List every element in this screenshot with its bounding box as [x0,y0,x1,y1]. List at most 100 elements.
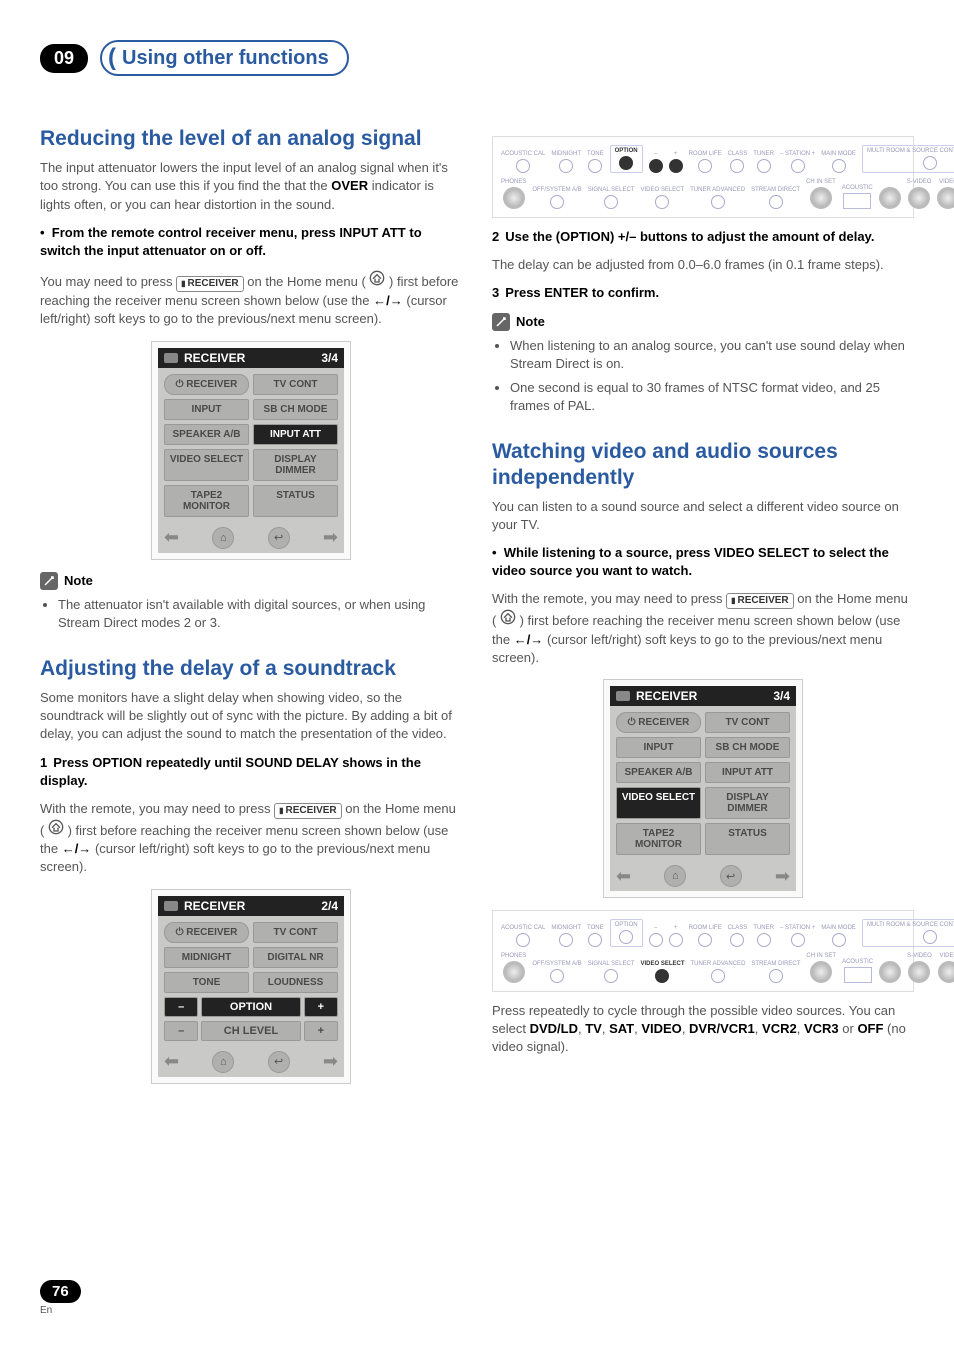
para-delay-range: The delay can be adjusted from 0.0–6.0 f… [492,256,914,274]
chapter-number: 09 [40,44,88,73]
footer: 76 En [40,1280,81,1316]
mc-jack-icon [879,187,901,209]
note-item: One second is equal to 30 frames of NTSC… [510,379,914,415]
note-heading: Note [40,572,462,590]
note-heading: Note [492,313,914,331]
receiver-button-icon: ▮RECEIVER [176,276,244,292]
lcd-btn: TAPE2 MONITOR [164,485,249,517]
note-list: The attenuator isn't available with digi… [58,596,462,632]
front-panel-diagram-video-select: ACOUSTIC CAL MIDNIGHT TONE OPTION – + RO… [492,910,914,992]
step-1: 1Press OPTION repeatedly until SOUND DEL… [40,754,462,790]
para-watch-intro: You can listen to a sound source and sel… [492,498,914,534]
home-icon [48,819,64,835]
home-round-icon: ⌂ [212,527,234,549]
home-round-icon: ⌂ [664,865,686,887]
note-icon [492,313,510,331]
heading-watch-independent: Watching video and audio sources indepen… [492,439,914,489]
lcd-btn: DIGITAL NR [253,947,338,968]
step-video-select: • While listening to a source, press VID… [492,544,914,580]
cursor-arrows-icon: ←/→ [62,841,92,856]
para-receiver-nav-1: You may need to press ▮RECEIVER on the H… [40,270,462,328]
chapter-title-wrap: ( Using other functions [100,40,349,76]
chapter-title: Using other functions [122,47,329,70]
lcd-page: 2/4 [321,899,338,913]
lcd-btn: SPEAKER A/B [164,424,249,445]
lcd-btn: INPUT [164,399,249,420]
lcd-btn: INPUT [616,737,701,758]
note-icon [40,572,58,590]
cursor-arrows-icon: ←/→ [373,293,403,308]
lcd-btn: VIDEO SELECT [164,449,249,481]
lcd-btn-input-att: INPUT ATT [253,424,338,445]
heading-reduce-analog: Reducing the level of an analog signal [40,126,462,151]
lcd-option-plus: + [304,997,338,1017]
note-label: Note [516,314,545,329]
lcd-btn: INPUT ATT [705,762,790,783]
lcd-btn: SB CH MODE [253,399,338,420]
lcd-btn: DISPLAY DIMMER [705,787,790,819]
para-receiver-nav-2: With the remote, you may need to press ▮… [40,800,462,877]
chapter-paren-icon: ( [108,44,116,72]
note-label: Note [64,573,93,588]
lcd-btn: TAPE2 MONITOR [616,823,701,855]
lcd-btn: DISPLAY DIMMER [253,449,338,481]
lcd-btn: TV CONT [705,712,790,733]
para-receiver-nav-3: With the remote, you may need to press ▮… [492,590,914,667]
page-number: 76 [40,1280,81,1303]
receiver-button-icon: ▮RECEIVER [726,593,794,609]
para-intro-analog: The input attenuator lowers the input le… [40,159,462,214]
signal-icon [164,901,178,911]
cursor-arrows-icon: ←/→ [514,632,544,647]
minus-knob-icon [649,159,663,173]
signal-icon [164,353,178,363]
lcd-screen-receiver-2-4: RECEIVER 2/4 ⏻ RECEIVER TV CONT MIDNIGHT… [151,889,351,1084]
lcd-ch-plus: + [304,1021,338,1041]
video-select-knob-icon [655,969,669,983]
lcd-title: RECEIVER [636,689,697,703]
note-item: The attenuator isn't available with digi… [58,596,462,632]
lcd-btn: TONE [164,972,249,993]
lcd-btn: ⏻ RECEIVER [164,374,249,395]
right-arrow-icon: ➡ [323,1051,338,1072]
lcd-page: 3/4 [321,351,338,365]
left-arrow-icon: ⬅ [164,527,179,548]
lcd-btn-video-select: VIDEO SELECT [616,787,701,819]
lcd-btn: TV CONT [253,922,338,943]
page-lang: En [40,1305,81,1316]
option-knob-icon [619,156,633,170]
right-arrow-icon: ➡ [323,527,338,548]
lcd-btn: ⏻ RECEIVER [616,712,701,733]
lcd-btn: TV CONT [253,374,338,395]
receiver-button-icon: ▮RECEIVER [274,803,342,819]
phones-jack-icon [503,187,525,209]
front-panel-diagram-option: ACOUSTIC CAL MIDNIGHT TONE OPTION – + RO… [492,136,914,218]
left-arrow-icon: ⬅ [164,1051,179,1072]
lcd-btn: STATUS [705,823,790,855]
back-round-icon: ↩ [268,1051,290,1073]
para-delay-intro: Some monitors have a slight delay when s… [40,689,462,744]
lcd-btn: ⏻ RECEIVER [164,922,249,943]
lcd-btn: LOUDNESS [253,972,338,993]
home-round-icon: ⌂ [212,1051,234,1073]
lcd-title: RECEIVER [184,351,245,365]
lcd-page: 3/4 [773,689,790,703]
lcd-title: RECEIVER [184,899,245,913]
chapter-header: 09 ( Using other functions [40,40,914,76]
heading-adjust-delay: Adjusting the delay of a soundtrack [40,656,462,681]
lcd-ch-minus: – [164,1021,198,1041]
plus-knob-icon [669,159,683,173]
left-arrow-icon: ⬅ [616,866,631,887]
home-icon [369,270,385,286]
lcd-option-label: OPTION [201,997,300,1017]
lcd-screen-receiver-3-4-b: RECEIVER 3/4 ⏻ RECEIVER TV CONT INPUT SB… [603,679,803,898]
back-round-icon: ↩ [720,865,742,887]
signal-icon [616,691,630,701]
lcd-option-minus: – [164,997,198,1017]
right-column: ACOUSTIC CAL MIDNIGHT TONE OPTION – + RO… [492,126,914,1096]
lcd-btn: MIDNIGHT [164,947,249,968]
note-item: When listening to an analog source, you … [510,337,914,373]
lcd-btn: SPEAKER A/B [616,762,701,783]
step-2: 2Use the (OPTION) +/– buttons to adjust … [492,228,914,246]
left-column: Reducing the level of an analog signal T… [40,126,462,1096]
step-3: 3Press ENTER to confirm. [492,284,914,302]
